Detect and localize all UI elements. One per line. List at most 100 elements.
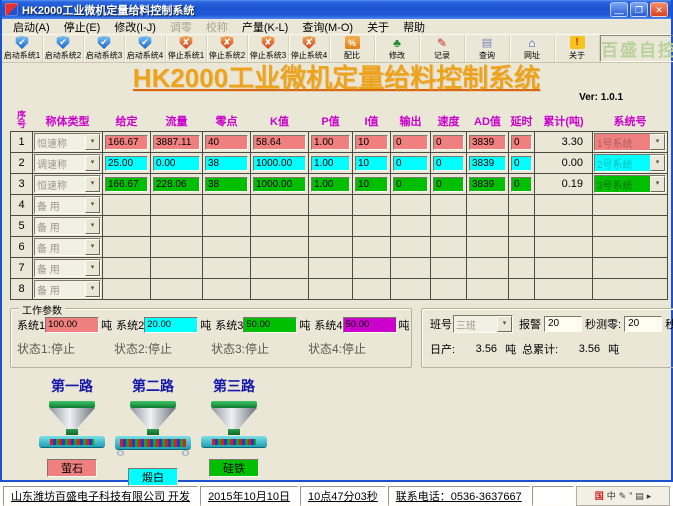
zero-test-input[interactable]: 20 bbox=[624, 316, 663, 332]
value-input[interactable]: 0 bbox=[511, 134, 532, 150]
value-input[interactable]: 228.06 bbox=[153, 176, 200, 192]
minimize-button[interactable]: ＿ bbox=[610, 2, 628, 17]
toolbar-button-修改[interactable]: ♣ 修改 bbox=[375, 35, 420, 62]
system-target-input[interactable]: 50.00 bbox=[342, 317, 397, 333]
value-input[interactable]: 166.67 bbox=[105, 134, 148, 150]
system-target-input[interactable]: 50.00 bbox=[243, 317, 298, 333]
scale-type-select[interactable]: 备 用 ▾ bbox=[34, 196, 101, 214]
chevron-down-icon: ▾ bbox=[650, 176, 665, 192]
menu-item-帮助[interactable]: 帮助 bbox=[396, 19, 432, 35]
system-select[interactable]: 3号系统 ▾ bbox=[594, 175, 666, 193]
scale-type-select[interactable]: 备 用 ▾ bbox=[34, 259, 101, 277]
value-input[interactable]: 40 bbox=[205, 134, 248, 150]
scale-type-cell: 调速称 ▾ bbox=[32, 152, 103, 174]
value-input[interactable]: 1000.00 bbox=[253, 176, 306, 192]
hopper-neck-icon bbox=[147, 429, 159, 435]
value-input[interactable]: 38 bbox=[205, 176, 248, 192]
shield-x-icon: ✘ bbox=[261, 36, 275, 49]
ime-icon-4[interactable]: ▤ bbox=[635, 491, 644, 501]
toolbar-button-网址[interactable]: ⌂ 网址 bbox=[510, 35, 555, 62]
toolbar-button-label: 启动系统1 bbox=[3, 51, 41, 60]
alarm-seconds-input[interactable]: 20 bbox=[544, 316, 582, 332]
scale-type-select[interactable]: 恒速称 ▾ bbox=[34, 133, 101, 151]
hopper-cone-icon bbox=[130, 408, 176, 429]
toolbar-button-记录[interactable]: ✎ 记录 bbox=[420, 35, 465, 62]
system-target-input[interactable]: 20.00 bbox=[144, 317, 199, 333]
menu-item-产量(K-L)[interactable]: 产量(K-L) bbox=[235, 19, 295, 35]
zero-test-label: 秒测零: bbox=[585, 319, 622, 331]
toolbar-button-停止系统4[interactable]: ✘ 停止系统4 bbox=[289, 35, 330, 62]
system-select[interactable]: 2号系统 ▾ bbox=[594, 154, 666, 172]
value-cell: 0 bbox=[508, 173, 535, 195]
row-number: 1 bbox=[10, 131, 33, 153]
restore-button[interactable]: ❐ bbox=[630, 2, 648, 17]
value-input[interactable]: 38 bbox=[205, 155, 248, 171]
menu-item-修改(I-J)[interactable]: 修改(I-J) bbox=[107, 19, 163, 35]
value-input[interactable]: 166.67 bbox=[105, 176, 148, 192]
scale-type-select[interactable]: 备 用 ▾ bbox=[34, 238, 101, 256]
scale-type-select[interactable]: 恒速称 ▾ bbox=[34, 175, 101, 193]
table-header-row: 序号 称体类型 给定 流量 零点 K值 P值 I值 输出 速度 AD值 延时 累计(吨) 系统号 bbox=[11, 105, 668, 132]
value-input[interactable]: 0 bbox=[433, 176, 464, 192]
ime-icon-5[interactable]: ▸ bbox=[647, 491, 652, 501]
ime-icon-3[interactable]: ” bbox=[629, 491, 632, 501]
value-input[interactable]: 1000.00 bbox=[253, 155, 306, 171]
value-input[interactable]: 0 bbox=[393, 155, 428, 171]
ime-icon-2[interactable]: ✎ bbox=[619, 491, 627, 501]
toolbar-button-关于[interactable]: ! 关于 bbox=[555, 35, 600, 62]
value-input[interactable]: 10 bbox=[355, 155, 388, 171]
value-input[interactable]: 25.00 bbox=[105, 155, 148, 171]
toolbar-button-查询[interactable]: ▤ 查询 bbox=[465, 35, 510, 62]
ime-icon-0[interactable]: 国 bbox=[595, 491, 604, 501]
value-cell bbox=[352, 257, 391, 279]
value-input[interactable]: 0 bbox=[433, 155, 464, 171]
menu-item-查询(M-O)[interactable]: 查询(M-O) bbox=[295, 19, 360, 35]
scale-type-select[interactable]: 备 用 ▾ bbox=[34, 217, 101, 235]
value-input[interactable]: 0 bbox=[393, 176, 428, 192]
value-input[interactable]: 1.00 bbox=[311, 134, 350, 150]
system-status: 状态1:停止 bbox=[17, 342, 76, 356]
material-label-硅铁: 硅铁 bbox=[209, 459, 259, 477]
system-cell: 3号系统 ▾ bbox=[592, 173, 668, 195]
value-input[interactable]: 0.00 bbox=[153, 155, 200, 171]
scale-type-select[interactable]: 调速称 ▾ bbox=[34, 154, 101, 172]
toolbar-button-配比[interactable]: % 配比 bbox=[330, 35, 375, 62]
toolbar-button-停止系统2[interactable]: ✘ 停止系统2 bbox=[207, 35, 248, 62]
system-select[interactable]: 1号系统 ▾ bbox=[594, 133, 666, 151]
value-input[interactable]: 3839 bbox=[469, 134, 506, 150]
value-cell bbox=[150, 236, 203, 258]
menu-item-关于[interactable]: 关于 bbox=[360, 19, 396, 35]
value-input[interactable]: 3839 bbox=[469, 176, 506, 192]
toolbar-button-停止系统3[interactable]: ✘ 停止系统3 bbox=[248, 35, 289, 62]
ime-language-bar[interactable]: 国中 ✎” ▤ ▸ bbox=[576, 486, 670, 506]
toolbar-button-启动系统3[interactable]: ✔ 启动系统3 bbox=[84, 35, 125, 62]
feeder-line-第二路: 第二路 煅白 bbox=[115, 376, 191, 486]
value-input[interactable]: 10 bbox=[355, 176, 388, 192]
scale-type-select[interactable]: 备 用 ▾ bbox=[34, 280, 101, 298]
shift-select[interactable]: 三班 ▾ bbox=[453, 315, 513, 333]
close-button[interactable]: ✕ bbox=[650, 2, 668, 17]
value-input[interactable]: 58.64 bbox=[253, 134, 306, 150]
value-input[interactable]: 0 bbox=[433, 134, 464, 150]
ime-icon-1[interactable]: 中 bbox=[607, 491, 616, 501]
value-input[interactable]: 10 bbox=[355, 134, 388, 150]
feeder-line-label: 第三路 bbox=[213, 378, 255, 394]
toolbar-button-启动系统2[interactable]: ✔ 启动系统2 bbox=[43, 35, 84, 62]
column-header-延时: 延时 bbox=[510, 116, 533, 128]
toolbar-button-启动系统4[interactable]: ✔ 启动系统4 bbox=[125, 35, 166, 62]
lower-panels: 工作参数 系统1 100.00 吨系统2 20.00 吨系统3 50.00 吨系统4 50.0… bbox=[10, 302, 673, 368]
value-input[interactable]: 0 bbox=[393, 134, 428, 150]
system-target-input[interactable]: 100.00 bbox=[45, 317, 100, 333]
value-input[interactable]: 0 bbox=[511, 155, 532, 171]
menu-item-启动(A)[interactable]: 启动(A) bbox=[6, 19, 57, 35]
value-input[interactable]: 3839 bbox=[469, 155, 506, 171]
value-cell: 40 bbox=[202, 131, 251, 153]
row-number: 8 bbox=[10, 278, 33, 300]
menu-item-停止(E)[interactable]: 停止(E) bbox=[57, 19, 108, 35]
value-input[interactable]: 1.00 bbox=[311, 155, 350, 171]
value-input[interactable]: 0 bbox=[511, 176, 532, 192]
value-input[interactable]: 1.00 bbox=[311, 176, 350, 192]
value-input[interactable]: 3887.11 bbox=[153, 134, 200, 150]
toolbar-button-停止系统1[interactable]: ✘ 停止系统1 bbox=[166, 35, 207, 62]
toolbar-button-启动系统1[interactable]: ✔ 启动系统1 bbox=[2, 35, 43, 62]
